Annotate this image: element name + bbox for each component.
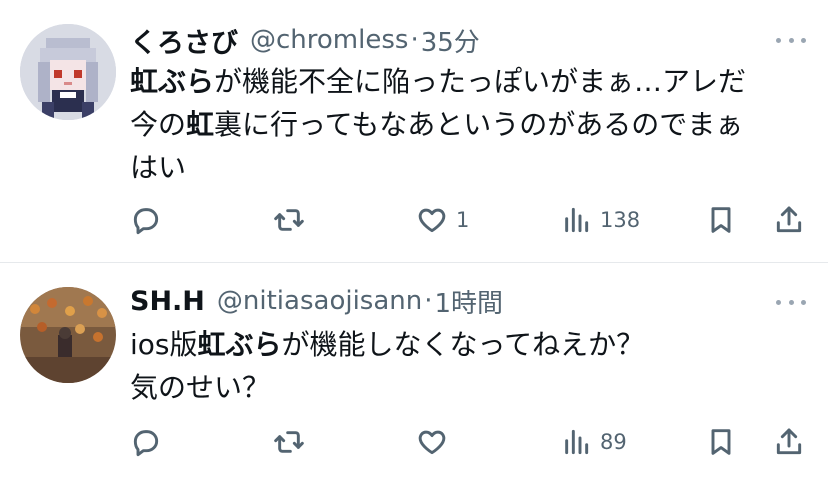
bookmark-icon [711,207,731,233]
share-icon [776,428,802,455]
display-name[interactable]: SH.H [130,286,205,317]
tweet-header: SH.H @nitiasaojisann · 1時間 [130,281,503,321]
views-icon [565,429,589,455]
views-button[interactable]: 138 [560,200,640,240]
tweet-line: 虹ぶらが機能不全に陥ったっぽいがまぁ…アレだ [130,65,747,98]
timestamp[interactable]: 1時間 [435,283,504,320]
tweet-line: 気のせい？ [130,371,271,404]
retweet-button[interactable] [273,200,305,240]
share-icon [776,206,802,233]
views-count: 89 [600,430,627,454]
share-button[interactable] [773,422,805,462]
views-button[interactable]: 89 [560,422,627,462]
views-icon [565,207,589,233]
views-count: 138 [600,208,641,232]
bookmark-icon [711,429,731,455]
like-button[interactable]: 1 [416,200,469,240]
tweet-line: ios版虹ぶらが機能しなくなってねえか？ [130,328,645,361]
display-name[interactable]: くろさび [130,21,238,60]
tweet-text: 虹ぶらが機能不全に陥ったっぽいがまぁ…アレだ 今の虹裏に行ってもなあというのがあ… [130,60,800,189]
like-button[interactable] [416,422,448,462]
user-handle[interactable]: @chromless [250,25,408,55]
avatar[interactable] [20,24,116,120]
tweet-2[interactable]: SH.H @nitiasaojisann · 1時間 ios版虹ぶらが機能しなく… [0,263,828,479]
reply-icon [133,430,159,457]
more-icon[interactable] [776,34,806,46]
action-bar: 89 [130,422,810,462]
retweet-icon [274,209,304,231]
reply-button[interactable] [130,422,162,462]
share-button[interactable] [773,200,805,240]
reply-button[interactable] [130,200,162,240]
retweet-button[interactable] [273,422,305,462]
like-icon [418,208,446,233]
tweet-line: 今の虹裏に行ってもなあというのがあるのでまぁ [130,108,744,141]
like-count: 1 [456,208,470,232]
bookmark-button[interactable] [705,200,737,240]
tweet-text: ios版虹ぶらが機能しなくなってねえか？ 気のせい？ [130,323,800,409]
more-icon[interactable] [776,296,806,308]
bookmark-button[interactable] [705,422,737,462]
tweet-header: くろさび @chromless · 35分 [130,20,480,60]
pixel-avatar-image [20,24,116,120]
user-handle[interactable]: @nitiasaojisann [217,286,422,316]
tweet-line: はい [130,151,187,184]
action-bar: 1 138 [130,200,810,240]
avatar[interactable] [20,287,116,383]
like-icon [418,430,446,455]
reply-icon [133,208,159,235]
tweet-1[interactable]: くろさび @chromless · 35分 虹ぶらが機能不全に陥ったっぽいがまぁ… [0,0,828,262]
separator: · [424,286,433,316]
retweet-icon [274,431,304,453]
timestamp[interactable]: 35分 [421,22,480,59]
photo-avatar-image [20,287,116,383]
separator: · [410,25,419,55]
